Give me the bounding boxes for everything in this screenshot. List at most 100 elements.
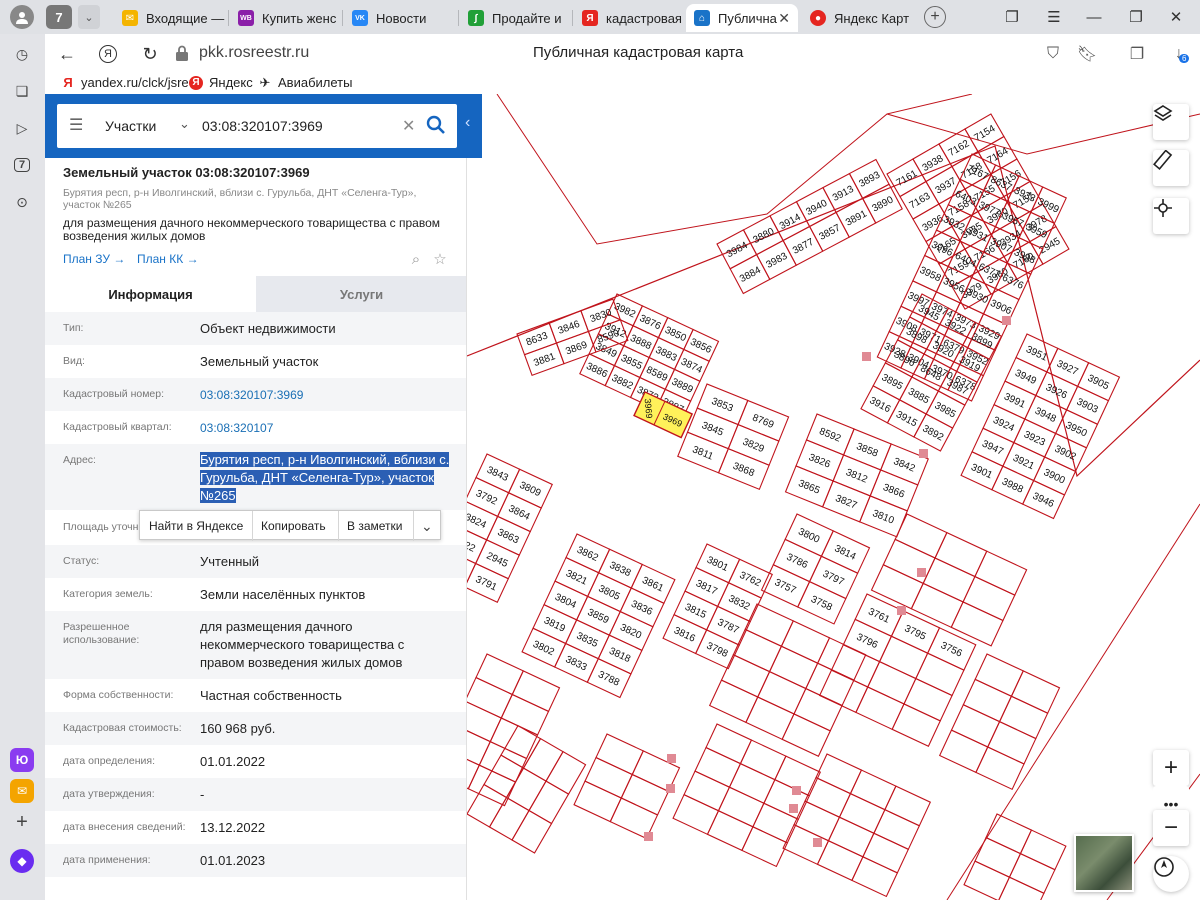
parcel[interactable] xyxy=(745,696,795,741)
parcel[interactable] xyxy=(891,703,941,747)
search-document-icon[interactable]: ⌕ xyxy=(407,250,425,268)
parcel[interactable] xyxy=(950,601,1004,647)
bookmark-clck[interactable]: Я yandex.ru/clck/jsre xyxy=(61,75,188,90)
parcel[interactable] xyxy=(987,720,1037,765)
parcel[interactable] xyxy=(867,660,917,705)
tab-yandex-maps[interactable]: ● Яндекс Карт xyxy=(802,4,912,32)
tab-wildberries[interactable]: WB Купить женс xyxy=(230,4,340,32)
parcel[interactable] xyxy=(1010,670,1061,714)
plan-zu-link[interactable]: План ЗУ → xyxy=(63,252,125,266)
parcel[interactable] xyxy=(818,669,869,714)
minimize-icon[interactable]: — xyxy=(1082,6,1106,28)
chevron-down-icon[interactable]: ⌄ xyxy=(421,511,433,541)
parcel[interactable] xyxy=(528,780,570,825)
parcel[interactable] xyxy=(732,628,783,673)
cadastral-map[interactable]: 7161 3938 7162 7154 7163 3937 7168 7164 3936 7158… xyxy=(467,94,1200,900)
add-app-icon[interactable]: + xyxy=(10,810,34,834)
parcel[interactable] xyxy=(522,737,564,782)
clear-icon[interactable]: ✕ xyxy=(402,116,415,136)
cadastral-quarter-link[interactable]: 03:08:320107 xyxy=(200,419,455,437)
zoom-out-button[interactable]: − xyxy=(1153,810,1189,846)
tab-information[interactable]: Информация xyxy=(45,276,256,312)
parcel[interactable] xyxy=(781,713,831,757)
parcel[interactable] xyxy=(500,724,542,769)
parcel[interactable] xyxy=(467,676,513,719)
parcel[interactable] xyxy=(793,687,843,732)
star-icon[interactable]: ☆ xyxy=(431,250,449,268)
tab-services[interactable]: Услуги xyxy=(256,276,466,312)
protect-icon[interactable]: ⛉ xyxy=(1041,42,1065,66)
video-icon[interactable]: ▷ xyxy=(10,116,34,140)
parcel[interactable] xyxy=(998,695,1049,740)
parcel[interactable] xyxy=(768,645,819,690)
to-notes-button[interactable]: В заметки xyxy=(347,511,403,541)
parcel[interactable] xyxy=(870,564,924,610)
parcel[interactable] xyxy=(816,840,864,882)
parcel[interactable] xyxy=(573,780,623,823)
history-icon[interactable]: ◷ xyxy=(10,42,34,66)
back-icon[interactable]: ← xyxy=(54,41,80,67)
tab-yandex-search[interactable]: Я кадастровая xyxy=(574,4,682,32)
restore-icon[interactable]: ❐ xyxy=(1124,6,1148,28)
parcel[interactable] xyxy=(816,637,867,681)
search-type-select[interactable]: Участки xyxy=(105,118,156,134)
address-value-selected[interactable]: Бурятия респ, р-н Иволгинский, вблизи с.… xyxy=(200,452,450,503)
parcel-layer[interactable]: 7161393871627154716339377168716439367158… xyxy=(467,94,1200,900)
url-field[interactable]: pkk.rosreestr.ru xyxy=(175,40,309,66)
satellite-minimap[interactable] xyxy=(1074,834,1134,892)
bookmark-avia[interactable]: ✈ Авиабилеты xyxy=(258,75,353,91)
tab-vk[interactable]: VK Новости xyxy=(344,4,456,32)
parcel[interactable] xyxy=(757,670,807,715)
parcel[interactable] xyxy=(974,653,1024,698)
compass-button[interactable] xyxy=(1153,856,1189,892)
parcel[interactable] xyxy=(910,582,964,629)
tab-groups-icon[interactable]: 7 xyxy=(10,153,34,177)
parcel[interactable] xyxy=(706,810,754,852)
parcel[interactable] xyxy=(672,793,720,836)
bookmark-icon[interactable]: 🔖︎ xyxy=(1075,42,1099,66)
parcel[interactable] xyxy=(830,644,881,688)
parcel[interactable] xyxy=(720,654,771,698)
tab-count-button[interactable]: 7 xyxy=(46,5,72,29)
mail-app-icon[interactable]: ✉ xyxy=(10,779,34,803)
parcel[interactable] xyxy=(511,809,553,854)
hamburger-menu-icon[interactable]: ☰ xyxy=(69,118,87,134)
parcel[interactable] xyxy=(915,652,965,697)
downloads-icon[interactable]: ↓ 6 xyxy=(1167,42,1191,66)
ruler-button[interactable] xyxy=(1153,150,1189,186)
parcel[interactable] xyxy=(878,635,929,680)
app-icon[interactable]: Ю xyxy=(10,748,34,772)
notes-icon[interactable]: ❏ xyxy=(10,79,34,103)
chevron-down-icon[interactable]: ⌄ xyxy=(179,116,190,132)
zoom-in-button[interactable]: + xyxy=(1153,750,1189,786)
parcel[interactable] xyxy=(950,704,1001,748)
collapse-panel-icon[interactable]: ‹ xyxy=(465,114,479,138)
search-input[interactable] xyxy=(202,115,402,137)
alice-icon[interactable]: ◆ xyxy=(10,849,34,873)
cadastral-number-link[interactable]: 03:08:320107:3969 xyxy=(200,386,455,404)
reload-icon[interactable]: ↻ xyxy=(137,41,163,67)
layers-button[interactable] xyxy=(1153,104,1189,140)
yandex-logo-icon[interactable]: Я xyxy=(95,41,121,67)
parcel[interactable] xyxy=(488,796,530,841)
close-window-icon[interactable]: ✕ xyxy=(1164,6,1188,28)
plan-kk-link[interactable]: План КК → xyxy=(137,252,199,266)
copy-button[interactable]: Копировать xyxy=(261,511,326,541)
collections-bar-icon[interactable]: ❐ xyxy=(1125,42,1149,66)
tab-mail[interactable]: ✉ Входящие — xyxy=(114,4,226,32)
tab-rosreestr[interactable]: ⌂ Публична ✕ xyxy=(686,4,798,32)
close-icon[interactable]: ✕ xyxy=(778,10,790,27)
find-in-yandex-button[interactable]: Найти в Яндексе xyxy=(149,511,243,541)
parcel[interactable] xyxy=(805,662,855,707)
parcel[interactable] xyxy=(855,686,905,731)
parcel[interactable] xyxy=(938,729,989,774)
menu-icon[interactable]: ☰ xyxy=(1042,6,1066,28)
parcel[interactable] xyxy=(780,620,831,664)
screenshot-icon[interactable]: ⊙ xyxy=(10,190,34,214)
locate-button[interactable] xyxy=(1153,198,1189,234)
parcel[interactable] xyxy=(975,746,1025,791)
parcel[interactable] xyxy=(851,856,899,898)
parcel[interactable] xyxy=(962,678,1013,723)
parcel[interactable] xyxy=(963,860,1011,900)
bookmark-yandex[interactable]: Я Яндекс xyxy=(189,75,253,90)
